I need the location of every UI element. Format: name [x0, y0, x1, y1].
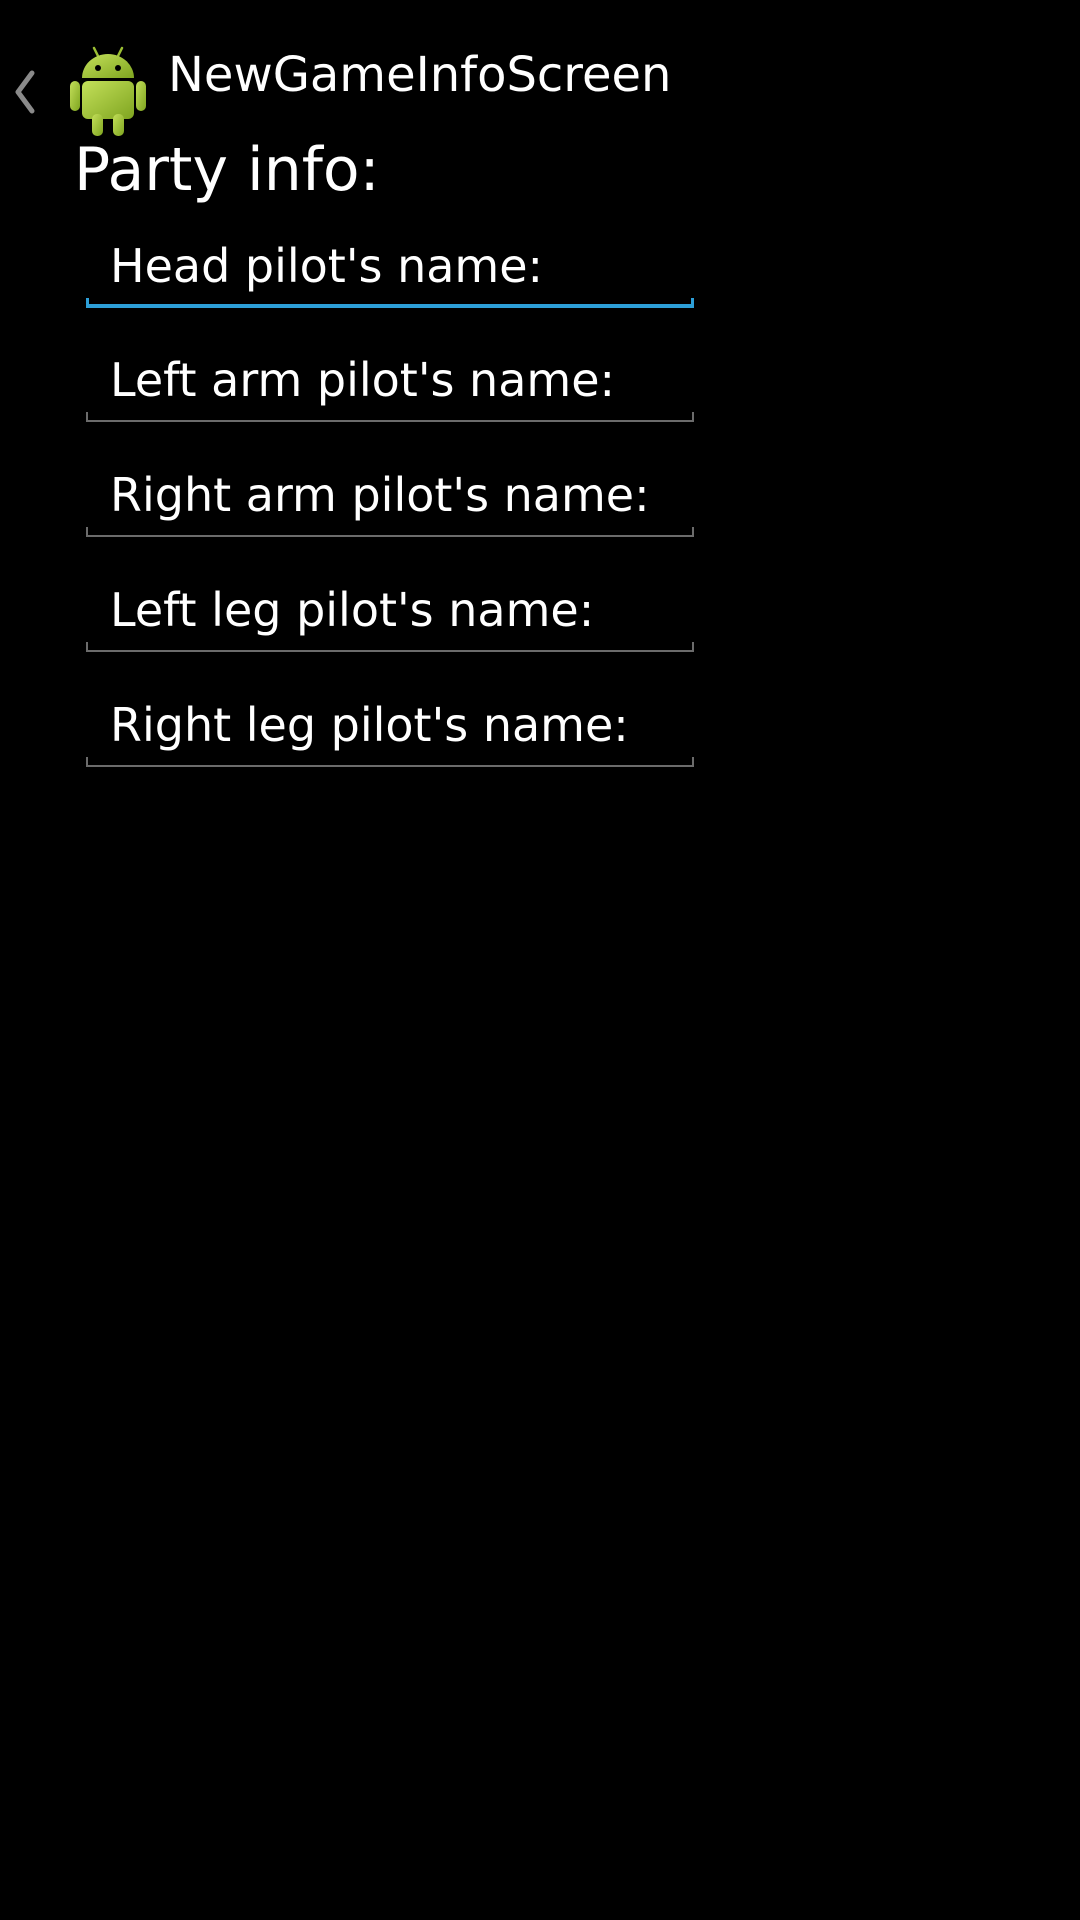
right-arm-pilot-name-input[interactable]: [86, 465, 694, 525]
head-pilot-name-input[interactable]: [86, 236, 694, 296]
field-underline: [86, 527, 694, 537]
app-title: NewGameInfoScreen: [168, 47, 672, 103]
head-pilot-field: [86, 236, 694, 308]
right-arm-pilot-field: [86, 465, 694, 537]
android-robot-icon: [70, 46, 146, 136]
right-leg-pilot-name-input[interactable]: [86, 695, 694, 755]
field-underline: [86, 298, 694, 308]
right-leg-pilot-field: [86, 695, 694, 767]
field-underline: [86, 757, 694, 767]
left-leg-pilot-field: [86, 580, 694, 652]
action-bar: NewGameInfoScreen: [0, 0, 1080, 150]
field-underline: [86, 642, 694, 652]
left-arm-pilot-name-input[interactable]: [86, 350, 694, 410]
party-info-heading: Party info:: [74, 135, 380, 205]
chevron-left-icon: [15, 70, 35, 114]
up-button[interactable]: [0, 20, 160, 136]
left-leg-pilot-name-input[interactable]: [86, 580, 694, 640]
field-underline: [86, 412, 694, 422]
left-arm-pilot-field: [86, 350, 694, 422]
